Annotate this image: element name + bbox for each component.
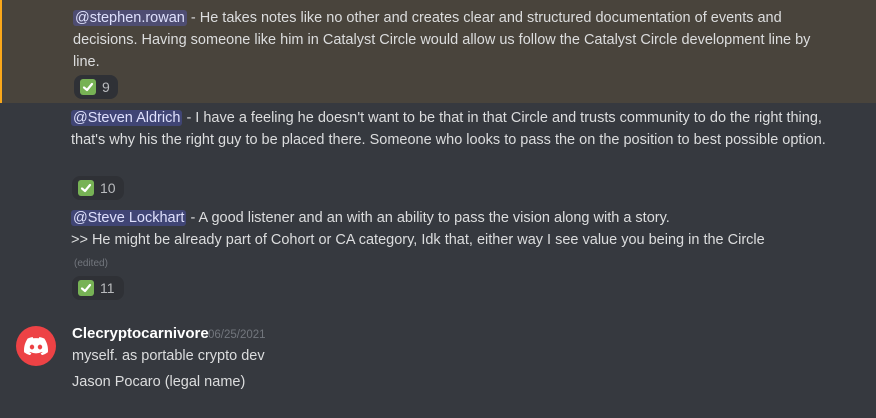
message-text-line: >> He might be already part of Cohort or…: [71, 232, 765, 248]
message-line: myself. as portable crypto dev: [72, 348, 265, 364]
discord-logo-icon: [24, 337, 48, 355]
message-content: @stephen.rowan - He takes notes like no …: [73, 7, 833, 73]
reaction-button[interactable]: 11: [72, 276, 124, 300]
message-content: @Steve Lockhart - A good listener and an…: [71, 207, 831, 229]
timestamp: 06/25/2021: [208, 329, 266, 341]
message-text: - A good listener and an with an ability…: [186, 210, 670, 226]
user-mention[interactable]: @Steve Lockhart: [71, 210, 187, 226]
reaction-button[interactable]: 9: [74, 75, 118, 99]
user-avatar[interactable]: [16, 326, 56, 366]
message-content: @Steven Aldrich - I have a feeling he do…: [71, 107, 831, 151]
edited-label: (edited): [74, 258, 108, 269]
user-mention[interactable]: @stephen.rowan: [73, 10, 187, 26]
reaction-count: 11: [100, 280, 115, 296]
username[interactable]: Clecryptocarnivore: [72, 325, 209, 342]
white-check-mark-icon: [80, 79, 96, 95]
message-text: - I have a feeling he doesn't want to be…: [71, 110, 826, 148]
reaction-count: 10: [100, 180, 116, 196]
reaction-button[interactable]: 10: [72, 176, 124, 200]
user-mention[interactable]: @Steven Aldrich: [71, 110, 183, 126]
reaction-count: 9: [102, 79, 110, 95]
white-check-mark-icon: [78, 180, 94, 196]
white-check-mark-icon: [78, 280, 94, 296]
message-line: Jason Pocaro (legal name): [72, 374, 246, 390]
highlighted-message: @stephen.rowan - He takes notes like no …: [0, 0, 876, 103]
